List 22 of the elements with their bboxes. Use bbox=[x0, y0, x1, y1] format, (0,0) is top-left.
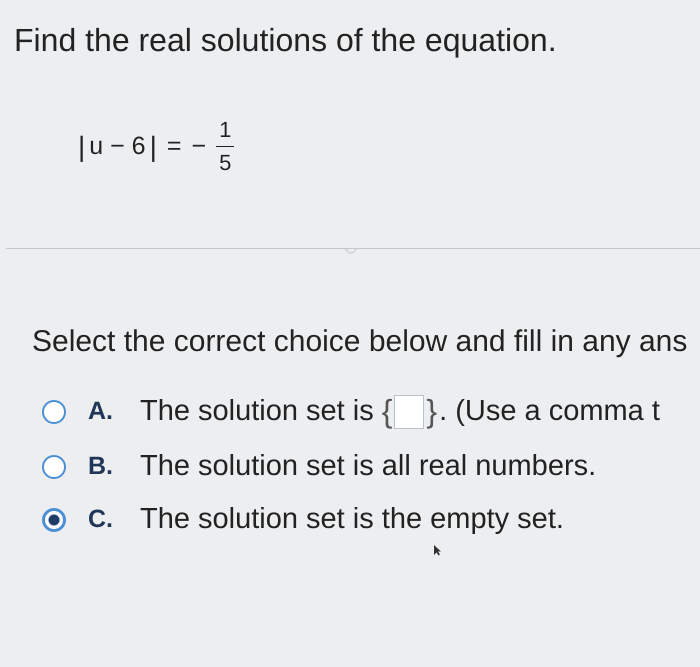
absolute-value-sign: | bbox=[150, 130, 157, 162]
equation-expression: u − 6 bbox=[89, 132, 146, 161]
option-letter: A. bbox=[88, 397, 114, 426]
option-text: The solution set is the empty set. bbox=[140, 503, 564, 536]
option-letter: C. bbox=[88, 505, 114, 534]
option-text: The solution set is bbox=[140, 395, 374, 428]
option-text: The solution set is all real numbers. bbox=[140, 450, 596, 483]
option-letter: B. bbox=[88, 452, 114, 481]
question-title: Find the real solutions of the equation. bbox=[14, 22, 558, 59]
fraction: 1 5 bbox=[216, 117, 234, 176]
radio-button[interactable] bbox=[42, 508, 66, 532]
option-text: . (Use a comma t bbox=[439, 395, 660, 428]
brace: } bbox=[426, 393, 438, 430]
answer-box[interactable] bbox=[394, 394, 424, 428]
minus-sign: − bbox=[191, 132, 206, 161]
equals-sign: = bbox=[166, 132, 182, 161]
instruction-text: Select the correct choice below and fill in any ans bbox=[32, 325, 688, 359]
radio-button[interactable] bbox=[42, 454, 66, 478]
mouse-pointer-icon bbox=[432, 544, 442, 556]
absolute-value-sign: | bbox=[78, 130, 86, 162]
brace: { bbox=[382, 393, 392, 430]
radio-button[interactable] bbox=[42, 400, 66, 424]
